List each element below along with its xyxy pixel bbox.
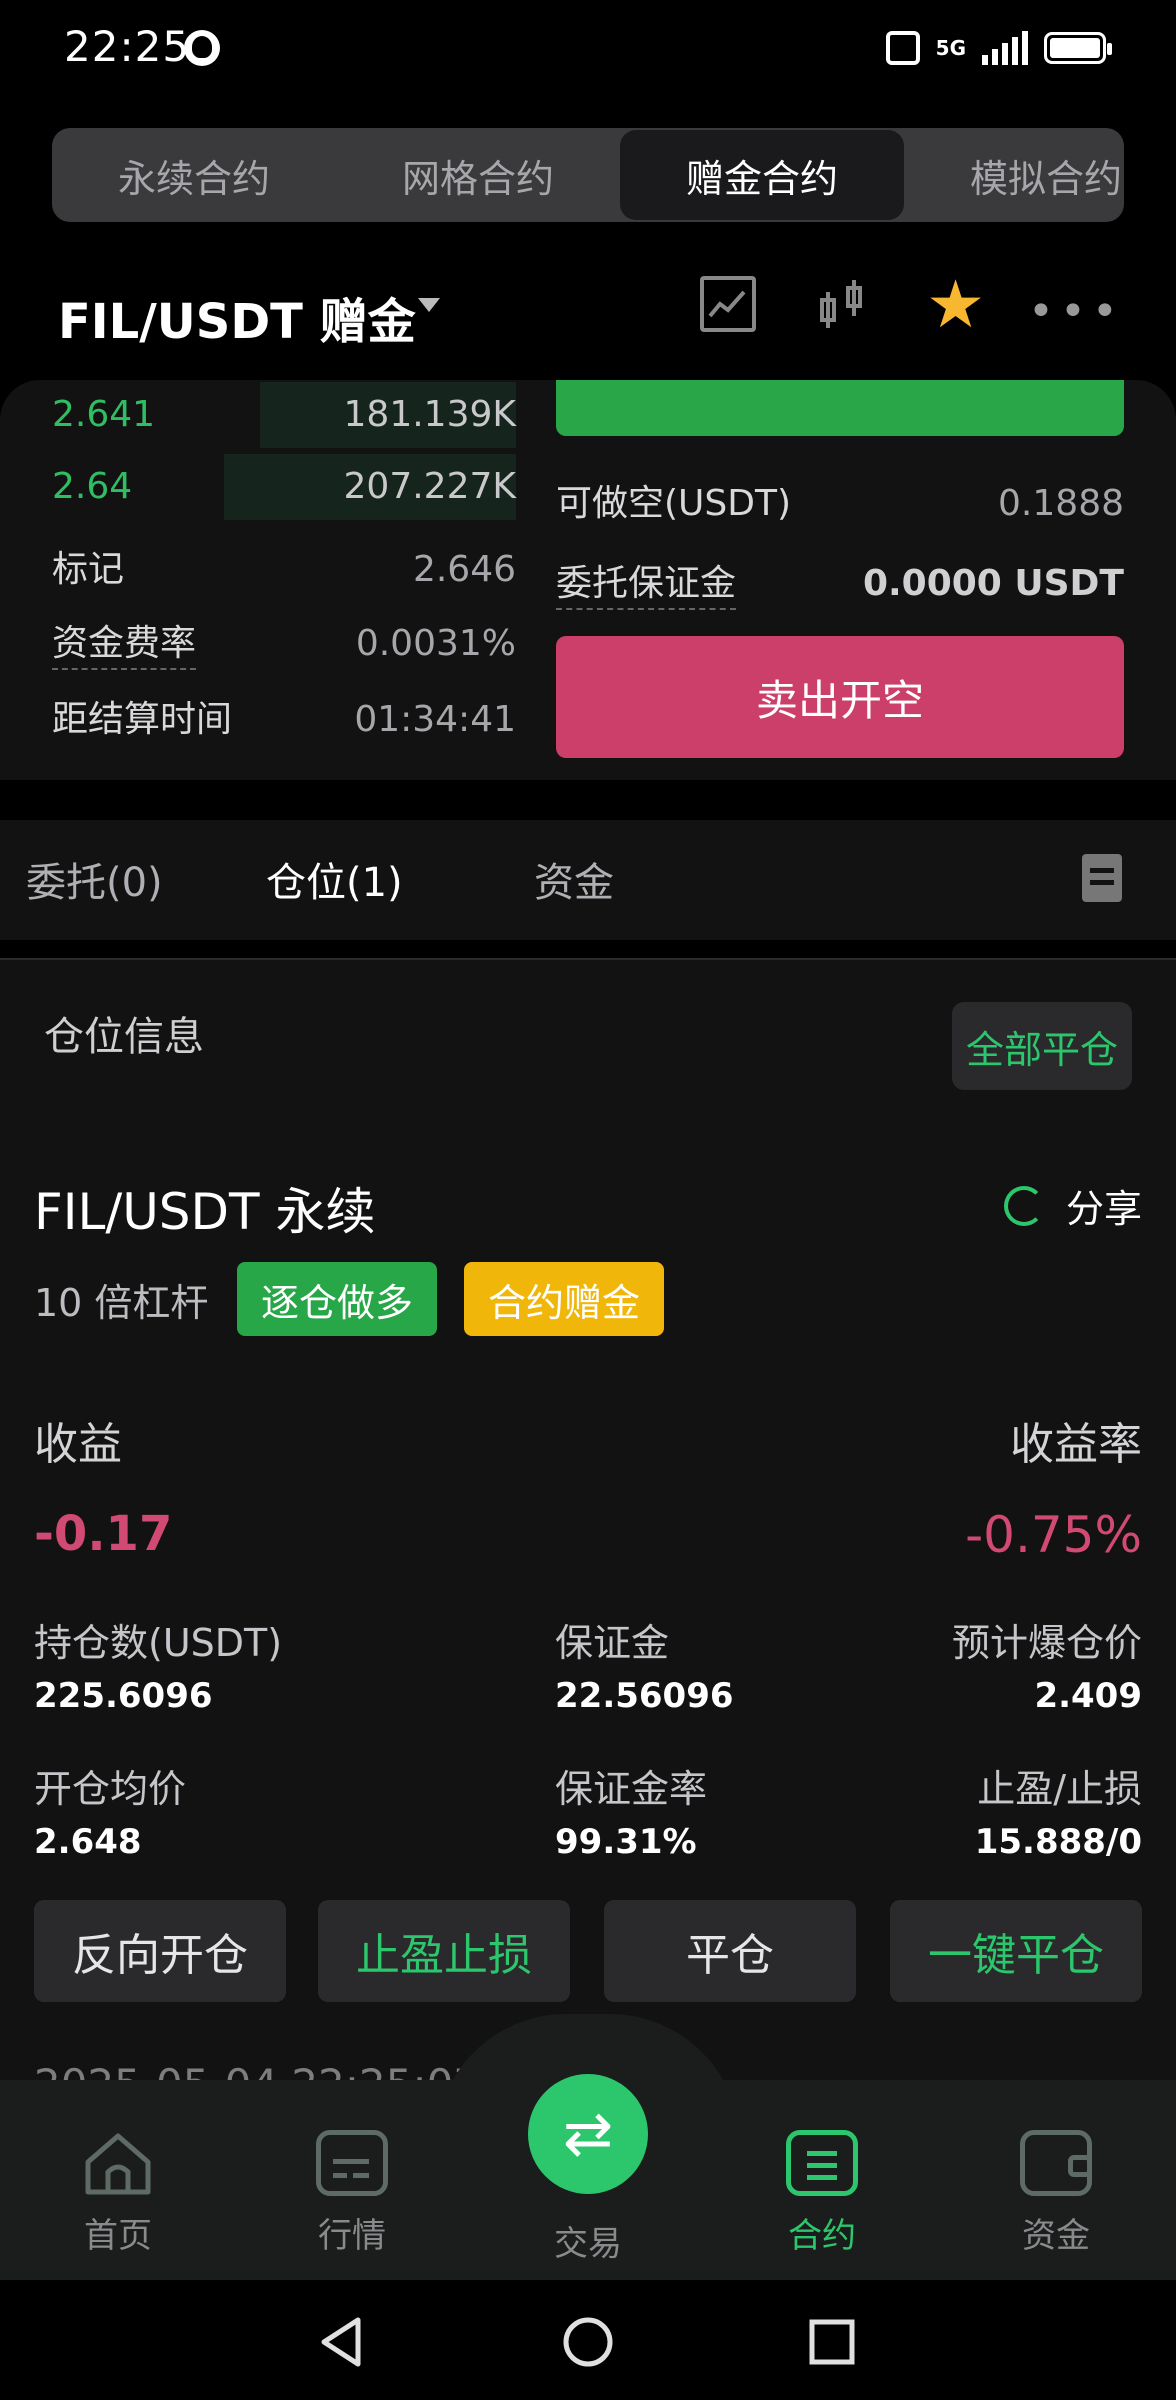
funding-rate-label[interactable]: 资金费率	[52, 620, 197, 670]
tab-perpetual[interactable]: 永续合约	[52, 128, 336, 222]
tp-sl-label: 止盈/止损	[977, 1767, 1142, 1811]
vibrate-icon	[885, 31, 920, 65]
mark-price-value: 2.646	[412, 549, 516, 590]
buy-long-button[interactable]	[556, 380, 1124, 436]
settlement-label: 距结算时间	[52, 699, 233, 740]
short-available-label: 可做空(USDT)	[556, 483, 792, 524]
entry-price-label: 开仓均价	[34, 1767, 187, 1811]
liquidation-price-value: 2.409	[1034, 1676, 1142, 1716]
funding-rate-value: 0.0031%	[355, 623, 516, 664]
nav-trade-label[interactable]: 交易	[528, 2216, 648, 2265]
position-timestamp: 2025-05-04 22:25:07	[34, 2060, 480, 2080]
nav-home[interactable]: 首页	[48, 2130, 188, 2257]
pnl-value: -0.17	[34, 1506, 173, 1562]
tp-sl-value: 15.888/0	[974, 1822, 1142, 1862]
clock: 22:25	[64, 22, 191, 71]
order-margin-label[interactable]: 委托保证金	[556, 560, 737, 610]
document-list-icon[interactable]	[1082, 854, 1122, 902]
close-position-button[interactable]: 平仓	[604, 1900, 856, 2002]
order-margin-row[interactable]: 委托保证金 0.0000 USDT	[556, 554, 1124, 614]
candlestick-icon[interactable]	[816, 278, 872, 334]
orderbook-row[interactable]: 2.641 181.139K	[0, 380, 516, 450]
position-tabs: 委托(0) 仓位(1) 资金	[0, 820, 1176, 940]
orderbook-qty: 181.139K	[343, 394, 516, 435]
position-card: 仓位信息 全部平仓 FIL/USDT 永续 分享 10 倍杠杆 逐仓做多 合约赠…	[0, 960, 1176, 2080]
orderbook-price: 2.64	[52, 466, 133, 507]
sell-short-button[interactable]: 卖出开空	[556, 636, 1124, 758]
mode-badge: 逐仓做多	[237, 1262, 437, 1336]
mark-price-row: 标记 2.646	[52, 540, 516, 600]
close-all-button[interactable]: 全部平仓	[952, 1002, 1132, 1090]
nav-market[interactable]: 行情	[282, 2130, 422, 2257]
tab-grid[interactable]: 网格合约	[336, 128, 620, 222]
bonus-badge: 合约赠金	[464, 1262, 664, 1336]
mark-price-label: 标记	[52, 549, 125, 590]
status-icons: 5G	[885, 28, 1112, 68]
nav-label: 首页	[84, 2216, 152, 2256]
margin-value: 22.56096	[555, 1676, 734, 1716]
order-margin-value: 0.0000 USDT	[862, 563, 1124, 604]
margin-ratio-value: 99.31%	[555, 1822, 697, 1862]
short-available-row: 可做空(USDT) 0.1888	[556, 474, 1124, 534]
orderbook-qty: 207.227K	[343, 466, 516, 507]
short-available-value: 0.1888	[998, 483, 1124, 524]
share-label: 分享	[1065, 1187, 1142, 1231]
liquidation-price-label: 预计爆仓价	[951, 1621, 1142, 1665]
roe-value: -0.75%	[965, 1506, 1142, 1564]
settlement-countdown: 01:34:41	[354, 699, 516, 740]
home-icon	[82, 2130, 154, 2196]
nav-label: 行情	[318, 2216, 386, 2256]
tab-positions[interactable]: 仓位(1)	[266, 850, 403, 908]
share-button[interactable]: 分享	[1003, 1178, 1142, 1233]
reverse-position-button[interactable]: 反向开仓	[34, 1900, 286, 2002]
nav-contract[interactable]: 合约	[752, 2130, 892, 2257]
tab-bonus[interactable]: 赠金合约	[620, 130, 904, 220]
chevron-down-icon[interactable]	[418, 298, 440, 312]
wallet-icon	[1020, 2130, 1092, 2196]
orderbook-row[interactable]: 2.64 207.227K	[0, 452, 516, 522]
tab-simulated[interactable]: 模拟合约	[904, 128, 1124, 222]
tab-orders[interactable]: 委托(0)	[26, 850, 163, 908]
entry-price-value: 2.648	[34, 1822, 142, 1862]
battery-icon	[1044, 32, 1112, 64]
market-icon	[316, 2130, 388, 2196]
pair-selector[interactable]: FIL/USDT 赠金	[58, 282, 416, 352]
funding-rate-row[interactable]: 资金费率 0.0031%	[52, 614, 516, 674]
pnl-label: 收益	[34, 1419, 122, 1470]
tp-sl-button[interactable]: 止盈止损	[318, 1900, 570, 2002]
position-size-label: 持仓数(USDT)	[34, 1621, 283, 1665]
contract-icon	[786, 2130, 858, 2196]
qq-notification-icon	[184, 30, 220, 66]
leverage-label: 10 倍杠杆	[34, 1281, 209, 1325]
settlement-row: 距结算时间 01:34:41	[52, 690, 516, 750]
signal-icon	[982, 31, 1028, 65]
trading-panel: 2.641 181.139K 2.64 207.227K 标记 2.646 资金…	[0, 380, 1176, 780]
recents-icon[interactable]	[808, 2316, 856, 2372]
nav-assets[interactable]: 资金	[986, 2130, 1126, 2257]
position-title: FIL/USDT 永续	[34, 1183, 376, 1241]
network-type: 5G	[935, 36, 966, 60]
favorite-star-icon[interactable]: ★	[926, 272, 985, 338]
roe-label: 收益率	[1010, 1419, 1142, 1470]
share-icon	[1003, 1185, 1044, 1226]
back-icon[interactable]	[316, 2316, 366, 2372]
position-size-value: 225.6096	[34, 1676, 213, 1716]
tab-assets[interactable]: 资金	[534, 850, 614, 908]
nav-label: 合约	[788, 2216, 856, 2256]
quick-close-button[interactable]: 一键平仓	[890, 1900, 1142, 2002]
contract-type-tabs: 永续合约 网格合约 赠金合约 模拟合约	[52, 128, 1124, 222]
trade-swap-icon[interactable]: ⇄	[528, 2074, 648, 2194]
line-chart-icon[interactable]	[700, 276, 756, 332]
more-icon[interactable]: •••	[1028, 290, 1124, 334]
section-title: 仓位信息	[44, 1014, 204, 1060]
margin-ratio-label: 保证金率	[555, 1767, 708, 1811]
home-circle-icon[interactable]	[562, 2316, 614, 2372]
nav-label: 资金	[1022, 2216, 1090, 2256]
margin-label: 保证金	[555, 1621, 670, 1665]
orderbook-price: 2.641	[52, 394, 156, 435]
